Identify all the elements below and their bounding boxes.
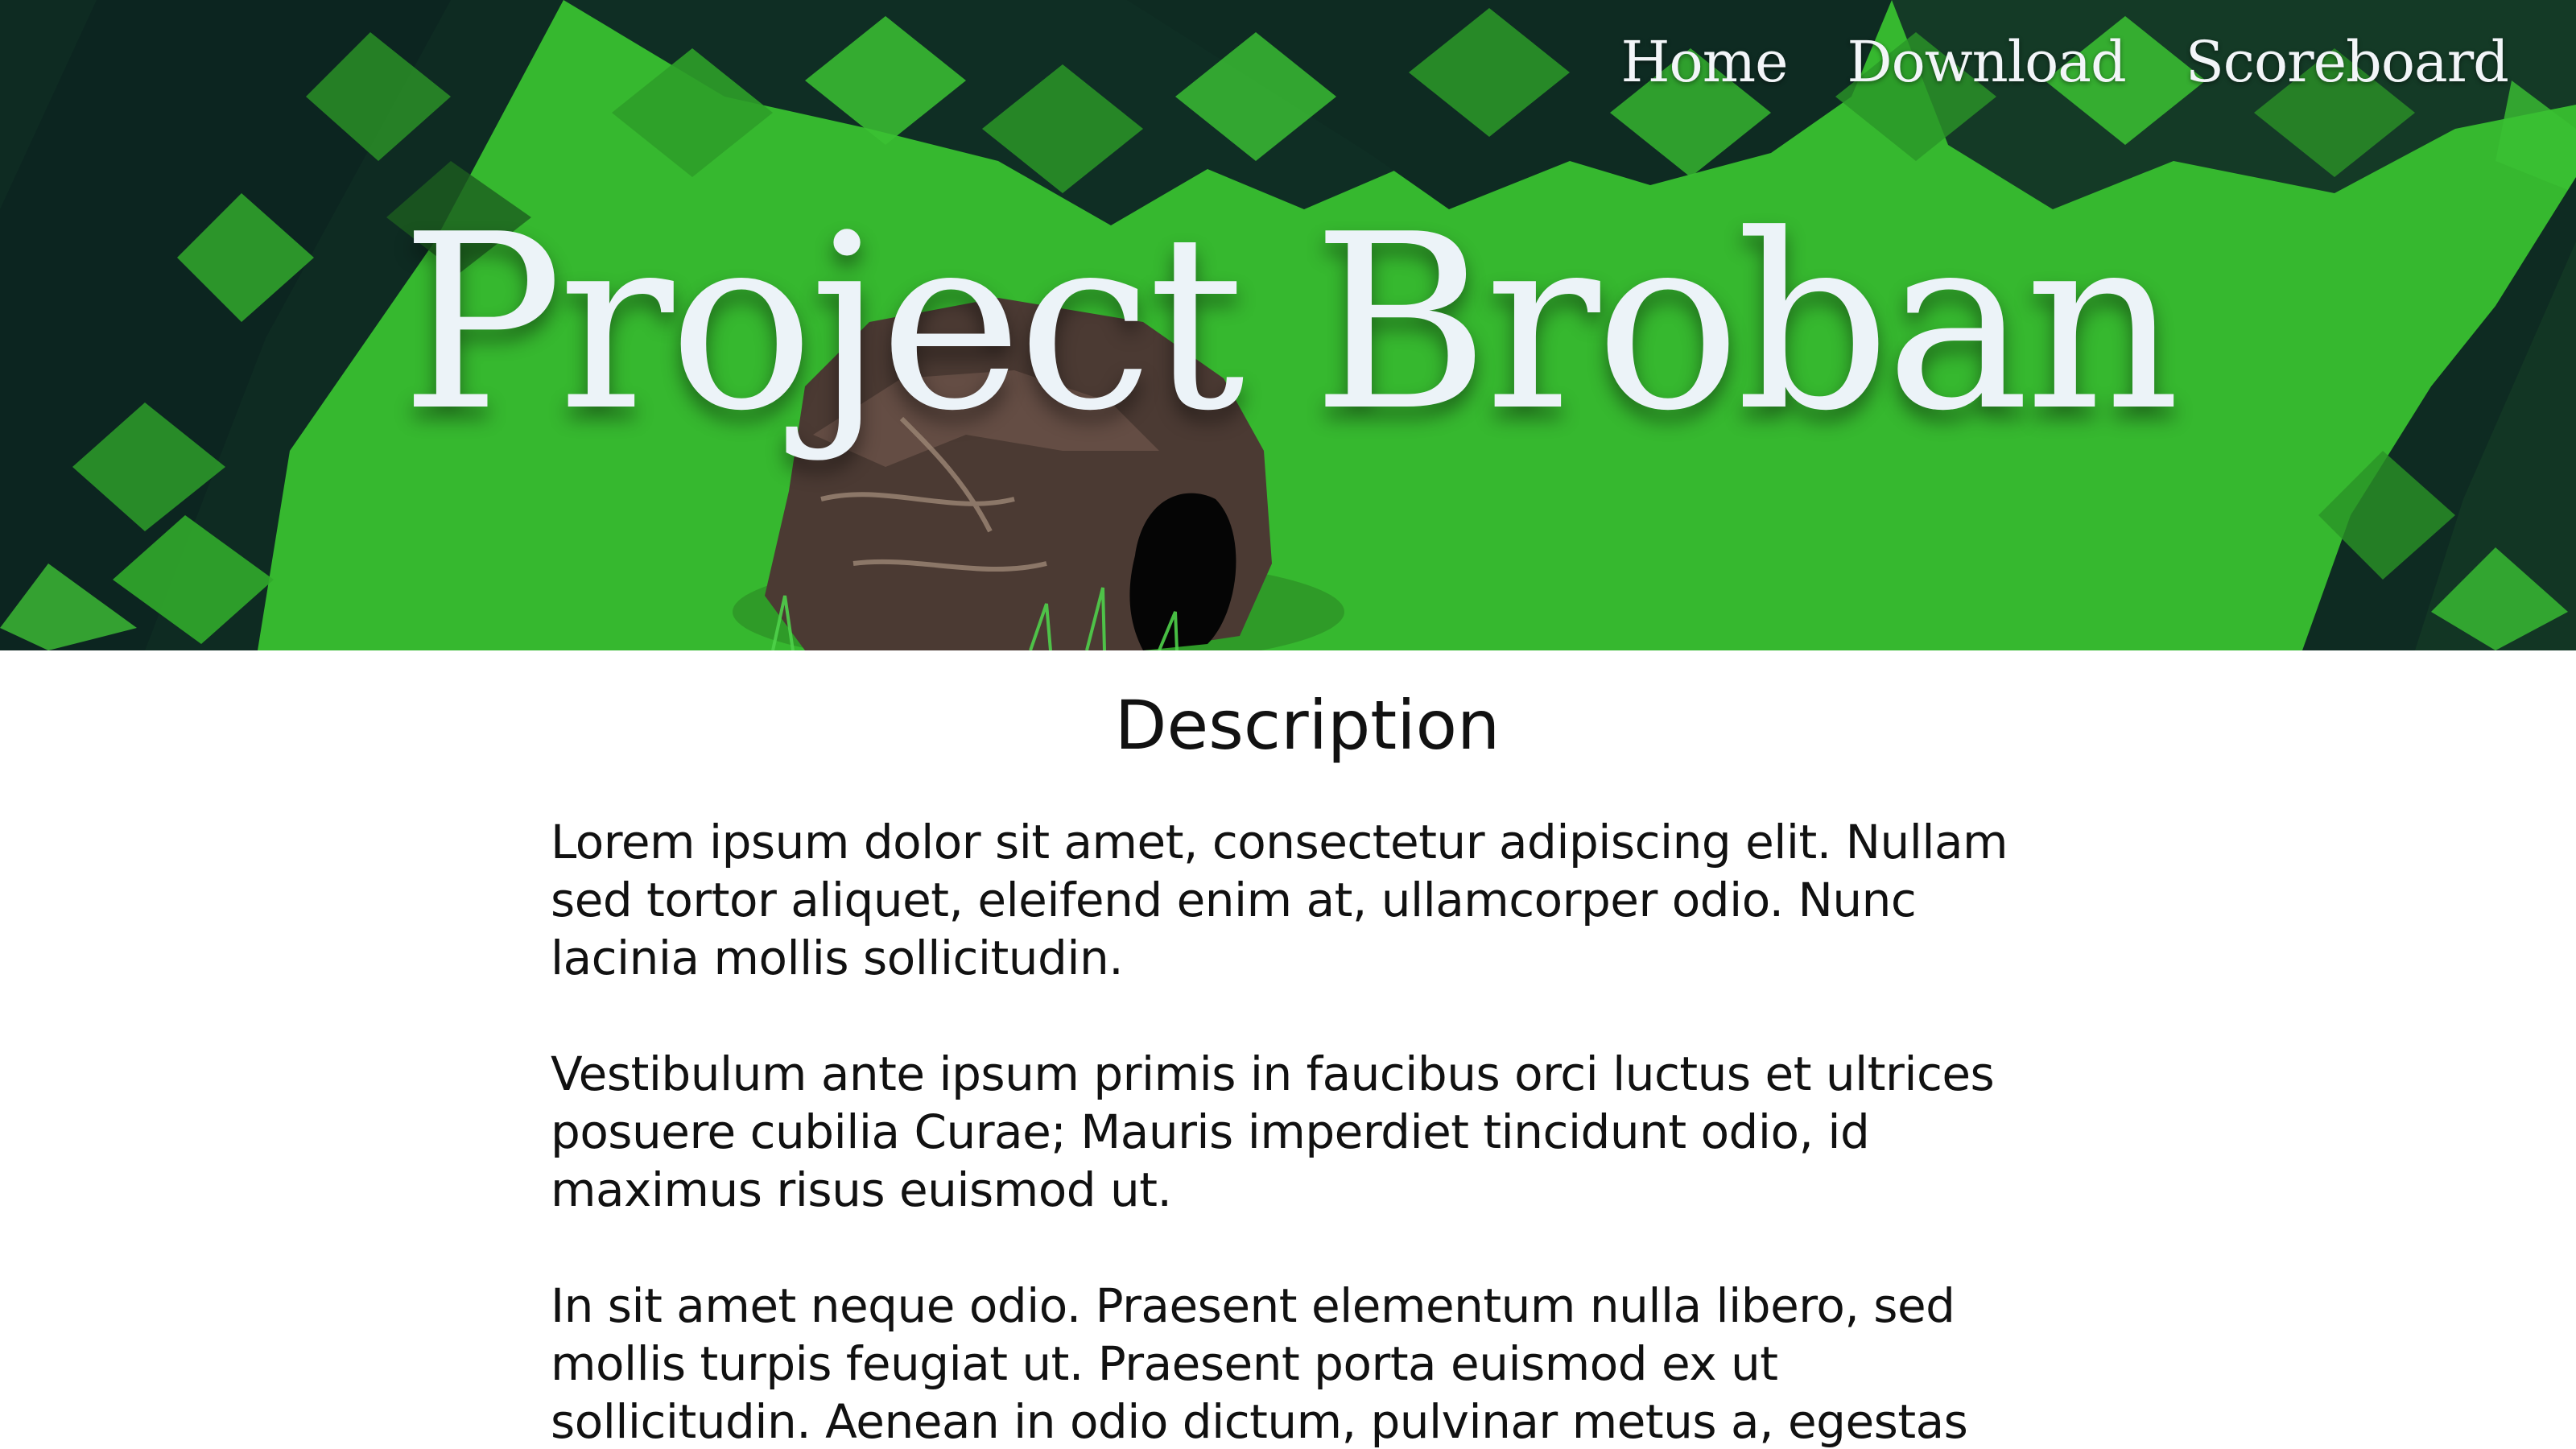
description-paragraph: In sit amet neque odio. Praesent element… xyxy=(551,1278,1968,1449)
nav-link-home[interactable]: Home xyxy=(1621,29,1789,95)
hero-title: Project Broban xyxy=(400,183,2181,464)
hero-banner: Home Download Scoreboard Project Broban xyxy=(0,0,2576,650)
description-paragraph: Vestibulum ante ipsum primis in faucibus… xyxy=(551,1046,1995,1217)
nav-link-scoreboard[interactable]: Scoreboard xyxy=(2186,29,2509,95)
section-heading: Description xyxy=(1114,686,1501,765)
description-paragraph: Lorem ipsum dolor sit amet, consectetur … xyxy=(551,815,2008,985)
nav-link-download[interactable]: Download xyxy=(1847,29,2127,95)
description-section: Description Lorem ipsum dolor sit amet, … xyxy=(551,681,2032,1449)
main-nav: Home Download Scoreboard xyxy=(1621,29,2510,95)
